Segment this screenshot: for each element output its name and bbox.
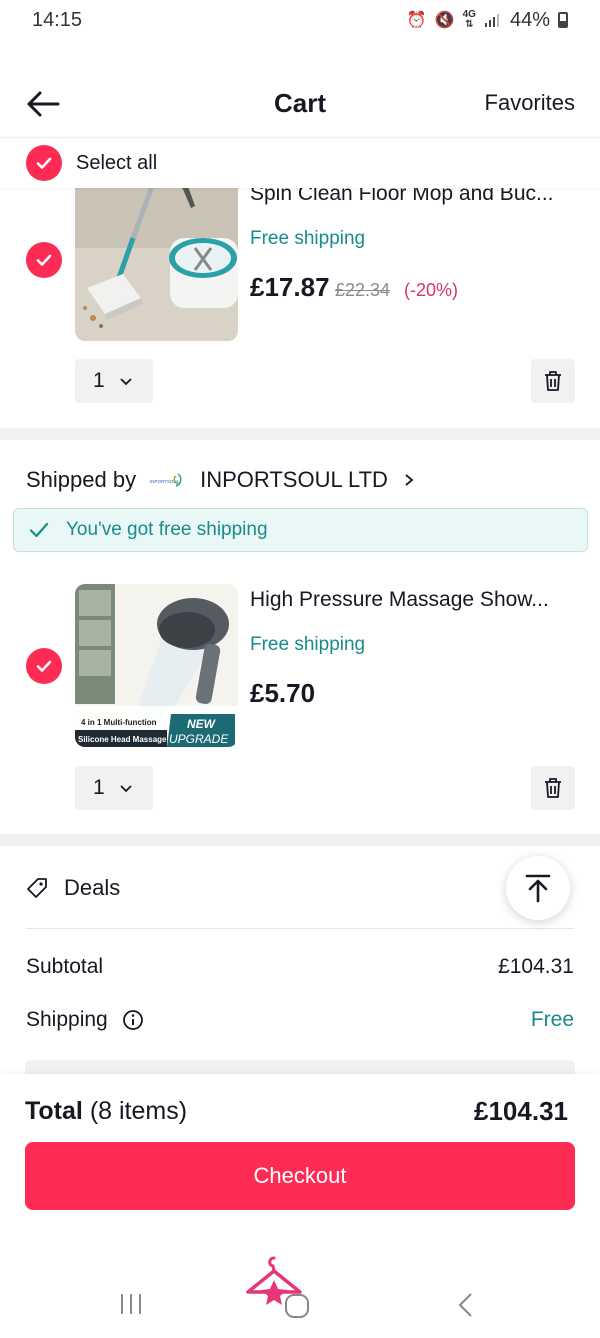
- section-divider: [0, 428, 600, 440]
- battery-icon: [558, 12, 568, 28]
- chevron-down-icon: [120, 785, 132, 793]
- checkmark-icon: [36, 254, 52, 266]
- checkmark-icon: [36, 660, 52, 672]
- delete-button[interactable]: [531, 766, 575, 810]
- section-divider: [0, 834, 600, 846]
- select-all-row[interactable]: Select all: [0, 138, 600, 188]
- svg-text:UPGRADE: UPGRADE: [169, 732, 229, 746]
- chevron-right-icon: [405, 474, 414, 486]
- signal-icon: [484, 14, 499, 27]
- quantity-selector[interactable]: 1: [75, 359, 153, 403]
- header: Cart Favorites: [0, 70, 600, 138]
- free-shipping-banner: You've got free shipping: [13, 508, 588, 552]
- svg-text:4 in 1 Multi-function: 4 in 1 Multi-function: [81, 718, 157, 727]
- free-shipping-banner-text: You've got free shipping: [66, 519, 268, 540]
- checkout-button[interactable]: Checkout: [25, 1142, 575, 1210]
- select-all-label: Select all: [76, 151, 158, 174]
- info-icon[interactable]: [122, 1009, 144, 1031]
- seller-logo: INPORTSOUL: [150, 470, 186, 490]
- deals-row[interactable]: Deals: [26, 864, 574, 912]
- subtotal-row: Subtotal £104.31: [26, 955, 574, 979]
- mop-bucket-image: [75, 178, 238, 341]
- scroll-to-top-button[interactable]: [506, 856, 570, 920]
- shower-head-image: 4 in 1 Multi-function Silicone Head Mass…: [75, 584, 238, 747]
- favorites-link[interactable]: Favorites: [485, 90, 575, 116]
- quantity-value: 1: [93, 369, 105, 392]
- shipping-value: Free: [530, 1008, 574, 1031]
- status-bar: 14:15 ⏰ 🔇 4G ⇅ 44%: [0, 0, 600, 40]
- product-title[interactable]: High Pressure Massage Show...: [250, 588, 549, 612]
- product-price: £5.70: [250, 678, 316, 708]
- items-count: (8 items): [89, 1097, 188, 1125]
- seller-row[interactable]: Shipped by INPORTSOUL INPORTSOUL LTD: [26, 462, 574, 498]
- subtotal-label: Subtotal: [26, 955, 104, 978]
- delete-button[interactable]: [531, 359, 575, 403]
- product-image-mop[interactable]: [75, 178, 238, 341]
- battery-percent: 44%: [509, 8, 550, 31]
- status-icons: ⏰ 🔇 4G ⇅ 44%: [407, 9, 568, 32]
- svg-text:NEW: NEW: [187, 717, 217, 731]
- checkmark-icon: [29, 522, 49, 538]
- discount-badge: (-20%): [404, 280, 459, 300]
- original-price: £22.34: [335, 280, 391, 300]
- quantity-selector[interactable]: 1: [75, 766, 153, 810]
- chevron-down-icon: [120, 378, 132, 386]
- checkmark-icon: [36, 157, 52, 169]
- free-shipping-label: Free shipping: [250, 228, 366, 249]
- seller-name[interactable]: INPORTSOUL LTD: [200, 467, 388, 493]
- summary-divider: [26, 928, 574, 929]
- product-image-shower-head[interactable]: 4 in 1 Multi-function Silicone Head Mass…: [75, 584, 238, 747]
- tag-icon: [27, 878, 47, 898]
- mute-icon: 🔇: [434, 12, 455, 29]
- item-checkbox[interactable]: [26, 242, 62, 278]
- free-shipping-label: Free shipping: [250, 634, 366, 655]
- alarm-icon: ⏰: [406, 12, 427, 29]
- network-icon: 4G ⇅: [462, 9, 476, 30]
- shipping-row: Shipping Free: [26, 1008, 574, 1032]
- nav-back-icon[interactable]: [456, 1292, 476, 1318]
- total-row: Total (8 items) £104.31: [25, 1096, 568, 1127]
- shipped-by-label: Shipped by: [26, 467, 137, 492]
- select-all-checkbox[interactable]: [26, 145, 62, 181]
- item-checkbox[interactable]: [26, 648, 62, 684]
- trash-icon: [545, 371, 561, 391]
- total-label: Total (8 items): [25, 1097, 188, 1125]
- hanger-logo-icon: [246, 1256, 302, 1305]
- cart-item: 4 in 1 Multi-function Silicone Head Mass…: [0, 560, 600, 830]
- arrow-up-icon: [525, 874, 551, 903]
- total-value: £104.31: [474, 1096, 568, 1126]
- subtotal-value: £104.31: [498, 955, 574, 978]
- status-time: 14:15: [32, 8, 83, 31]
- svg-text:Silicone Head Massage: Silicone Head Massage: [78, 735, 167, 744]
- quantity-value: 1: [93, 776, 105, 799]
- product-price: £17.87: [250, 272, 330, 302]
- cart-item: Spin Clean Floor Mop and Buc... Free shi…: [0, 150, 600, 430]
- recent-apps-icon[interactable]: [118, 1292, 144, 1316]
- trash-icon: [545, 778, 561, 798]
- deals-label: Deals: [64, 875, 121, 900]
- shipping-label: Shipping: [26, 1008, 108, 1031]
